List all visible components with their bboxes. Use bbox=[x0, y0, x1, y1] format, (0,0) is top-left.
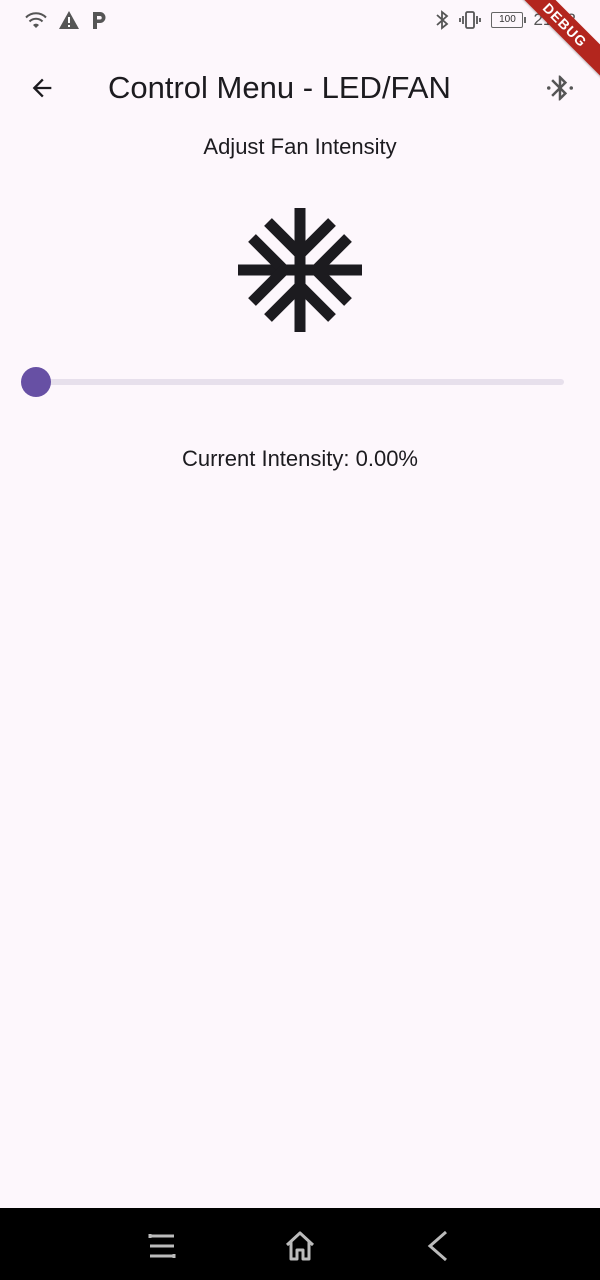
status-bar: 100 21:32 bbox=[0, 0, 600, 44]
arrow-back-icon bbox=[32, 78, 52, 98]
wifi-icon bbox=[25, 12, 47, 28]
slider-thumb[interactable] bbox=[21, 367, 51, 397]
back-chevron-icon bbox=[427, 1230, 447, 1262]
recents-menu-icon bbox=[148, 1234, 176, 1258]
fan-intensity-heading: Adjust Fan Intensity bbox=[203, 134, 397, 159]
vibrate-icon bbox=[459, 11, 482, 29]
fan-snowflake-icon bbox=[238, 208, 362, 332]
current-intensity-label: Current Intensity: 0.00% bbox=[181, 446, 418, 471]
parking-p-icon bbox=[93, 12, 106, 29]
page-title: Control Menu - LED/FAN bbox=[108, 70, 451, 105]
app-bar: Control Menu - LED/FAN bbox=[0, 56, 600, 120]
warning-icon bbox=[59, 11, 79, 29]
fan-intensity-slider[interactable] bbox=[20, 366, 568, 398]
back-button[interactable] bbox=[20, 66, 64, 110]
bluetooth-button[interactable] bbox=[538, 66, 582, 110]
back-nav-button[interactable] bbox=[418, 1226, 458, 1266]
system-nav-bar bbox=[0, 1208, 600, 1280]
status-left bbox=[24, 10, 108, 30]
battery-indicator: 100 bbox=[491, 12, 527, 28]
home-icon bbox=[285, 1231, 315, 1261]
bluetooth-searching-icon bbox=[547, 75, 573, 101]
recents-button[interactable] bbox=[142, 1226, 182, 1266]
slider-track[interactable] bbox=[36, 379, 564, 385]
bluetooth-icon bbox=[436, 10, 449, 30]
home-button[interactable] bbox=[280, 1226, 320, 1266]
